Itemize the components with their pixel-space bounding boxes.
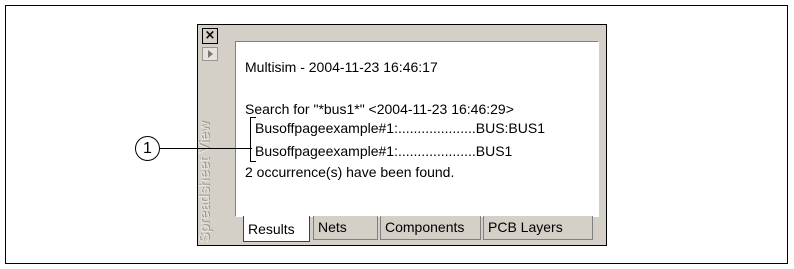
match-bracket-bottom	[250, 161, 256, 162]
tab-results[interactable]: Results	[243, 216, 310, 242]
results-line-header: Multisim - 2004-11-23 16:46:17	[245, 59, 438, 75]
spreadsheet-view-panel: × Spreadsheet View Multisim - 2004-11-23…	[196, 24, 607, 246]
panel-vertical-title: Spreadsheet View	[196, 101, 223, 243]
tab-pcb-layers[interactable]: PCB Layers	[483, 216, 593, 240]
callout-leader-line	[160, 148, 252, 149]
panel-sidebar: × Spreadsheet View	[196, 25, 224, 245]
tab-components[interactable]: Components	[380, 216, 481, 240]
results-line-summary: 2 occurrence(s) have been found.	[245, 164, 455, 180]
match-bracket	[250, 117, 251, 162]
results-line-search: Search for "*bus1*" <2004-11-23 16:46:29…	[245, 101, 514, 117]
results-line-match-1[interactable]: Busoffpageexample#1:....................…	[255, 120, 545, 136]
expand-arrow-icon[interactable]	[202, 47, 218, 61]
close-icon[interactable]: ×	[202, 28, 218, 44]
tab-nets[interactable]: Nets	[313, 216, 378, 240]
results-line-match-2[interactable]: Busoffpageexample#1:....................…	[255, 143, 512, 159]
callout-number-1: 1	[135, 136, 160, 161]
panel-title-text: Spreadsheet View	[196, 121, 213, 243]
results-output-area[interactable]: Multisim - 2004-11-23 16:46:17 Search fo…	[235, 41, 599, 217]
